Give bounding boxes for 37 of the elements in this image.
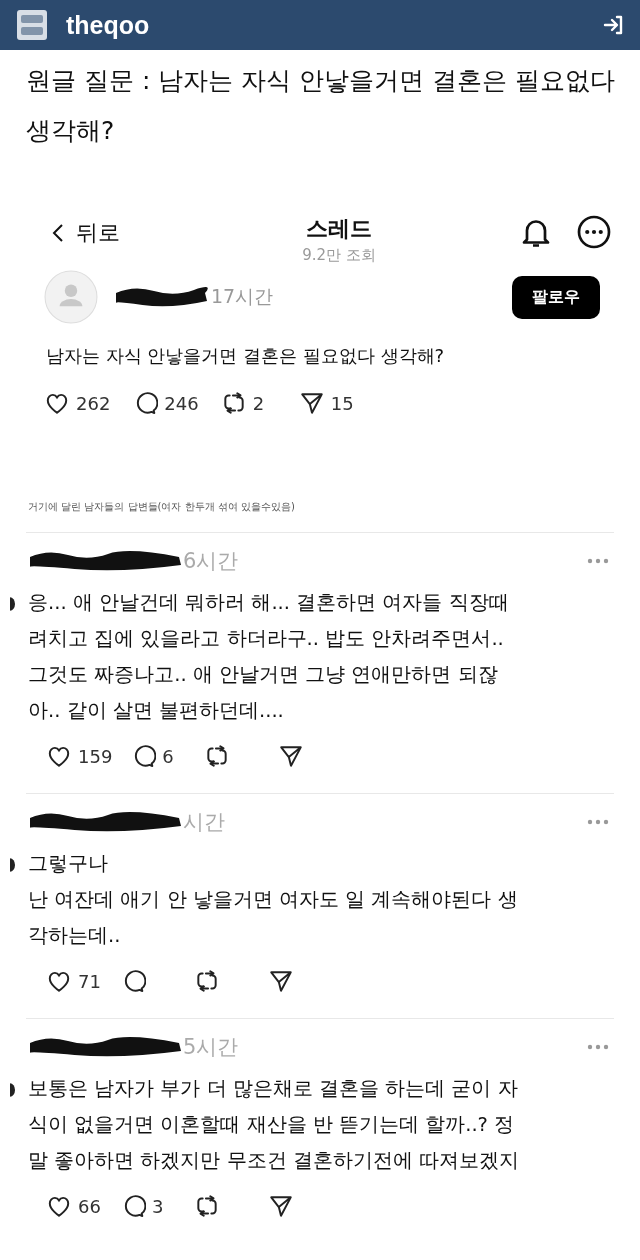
count-label: 2: [252, 392, 265, 414]
post-text: 남자는 자식 안낳을거면 결혼은 필요없다 생각해?: [46, 344, 446, 368]
reply-text: 그렇구나 난 여잔데 애기 안 낳을거면 여자도 일 계속해야된다 생 각하는데..: [28, 851, 518, 949]
count-label: 15: [330, 392, 354, 414]
avatar-edge: [10, 1083, 15, 1097]
count-label: 6: [162, 745, 174, 767]
avatar-edge: [10, 858, 15, 872]
logo-icon[interactable]: [16, 9, 48, 41]
avatar-icon: [44, 270, 98, 324]
follow-button[interactable]: 팔로우: [512, 275, 600, 319]
reply-time: 시간: [183, 809, 225, 836]
send-icon[interactable]: [278, 743, 305, 769]
site-name[interactable]: theqoo: [66, 10, 150, 40]
screen-title: 스레드: [306, 215, 372, 243]
repost-icon[interactable]: [194, 968, 220, 994]
count-label: 262: [76, 392, 111, 414]
reply-time: 5시간: [183, 1034, 239, 1061]
chevron-left-icon: [52, 223, 64, 243]
reply-time: 6시간: [183, 548, 239, 575]
send-icon[interactable]: [268, 968, 294, 994]
post-title: 원글 질문 : 남자는 자식 안낳을거면 결혼은 필요없다 생각해?: [26, 65, 616, 147]
count-label: 3: [152, 1195, 164, 1217]
count-label: 246: [164, 392, 199, 414]
count-label: 66: [78, 1195, 101, 1217]
back-button[interactable]: 뒤로: [52, 218, 120, 248]
send-icon[interactable]: [298, 390, 325, 416]
avatar-edge: [10, 597, 15, 611]
reply-text: 보통은 남자가 부가 더 많은채로 결혼을 하는데 굳이 자 식이 없을거면 이혼할때 재산을 반 뜯기는데 할까..? 정 말 좋아하면 하겠지만 무조건 결혼하기전에 따져보겠지: [28, 1076, 519, 1174]
count-label: 71: [78, 970, 101, 992]
send-icon[interactable]: [268, 1193, 294, 1219]
post-time: 17시간: [211, 284, 274, 309]
view-count: 9.2만 조회: [302, 246, 376, 265]
repost-icon[interactable]: [194, 1193, 220, 1219]
count-label: 159: [78, 745, 113, 767]
reply-text: 응... 애 안날건데 뭐하러 해... 결혼하면 여자들 직장때 려치고 집에 있을라고 하더라구.. 밥도 안차려주면서.. 그것도 짜증나고.. 애 안날거면 그냥 연애만하면 되잖 아.. 같이 살면 불편하던데....: [28, 590, 509, 724]
more-icon[interactable]: [576, 214, 612, 250]
note-text: 거기에 달린 남자들의 답변들(여자 한두개 섞여 있을수있음): [28, 500, 296, 514]
